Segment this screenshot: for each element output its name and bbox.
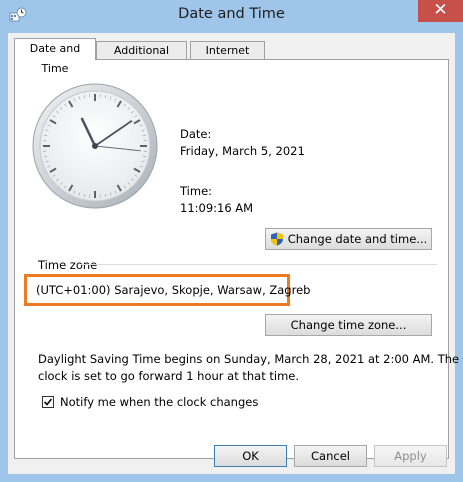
time-zone-divider: [81, 264, 437, 265]
tab-panel-date-and-time: Date: Friday, March 5, 2021 Time: 11:09:…: [14, 59, 459, 459]
dst-info-line-1: Daylight Saving Time begins on Sunday, M…: [38, 352, 460, 366]
time-value: 11:09:16 AM: [180, 201, 254, 215]
close-icon: ✕: [433, 0, 448, 20]
dialog-client-area: Date and Time Additional Clocks Internet…: [8, 33, 459, 474]
apply-button[interactable]: Apply: [374, 445, 447, 467]
dst-info-line-2: clock is set to go forward 1 hour at tha…: [38, 369, 300, 383]
checkmark-icon: [43, 398, 53, 406]
time-zone-group-label: Time zone: [38, 258, 98, 272]
tab-internet-time[interactable]: Internet Time: [190, 41, 265, 75]
time-label: Time:: [180, 184, 213, 198]
time-zone-value: (UTC+01:00) Sarajevo, Skopje, Warsaw, Za…: [36, 283, 311, 297]
window-title: Date and Time: [178, 6, 285, 22]
date-value: Friday, March 5, 2021: [180, 144, 305, 158]
change-time-zone-button[interactable]: Change time zone...: [265, 314, 432, 336]
tab-date-and-time[interactable]: Date and Time: [14, 38, 96, 75]
cancel-button[interactable]: Cancel: [294, 445, 367, 467]
date-label: Date:: [180, 127, 212, 141]
analog-clock: [32, 83, 158, 209]
close-button[interactable]: ✕: [418, 0, 463, 22]
ok-button[interactable]: OK: [214, 445, 287, 467]
change-date-time-button[interactable]: Change date and time...: [265, 228, 432, 250]
tab-additional-clocks[interactable]: Additional Clocks: [96, 41, 187, 75]
clock-center: [92, 143, 98, 149]
uac-shield-icon: [270, 232, 283, 246]
notify-checkbox[interactable]: [42, 396, 54, 408]
date-time-dialog: Date and Time ✕ Date and Time Additional…: [0, 0, 463, 482]
notify-label[interactable]: Notify me when the clock changes: [60, 395, 258, 409]
title-bar[interactable]: Date and Time ✕: [0, 0, 463, 33]
change-date-time-label: Change date and time...: [287, 232, 428, 246]
